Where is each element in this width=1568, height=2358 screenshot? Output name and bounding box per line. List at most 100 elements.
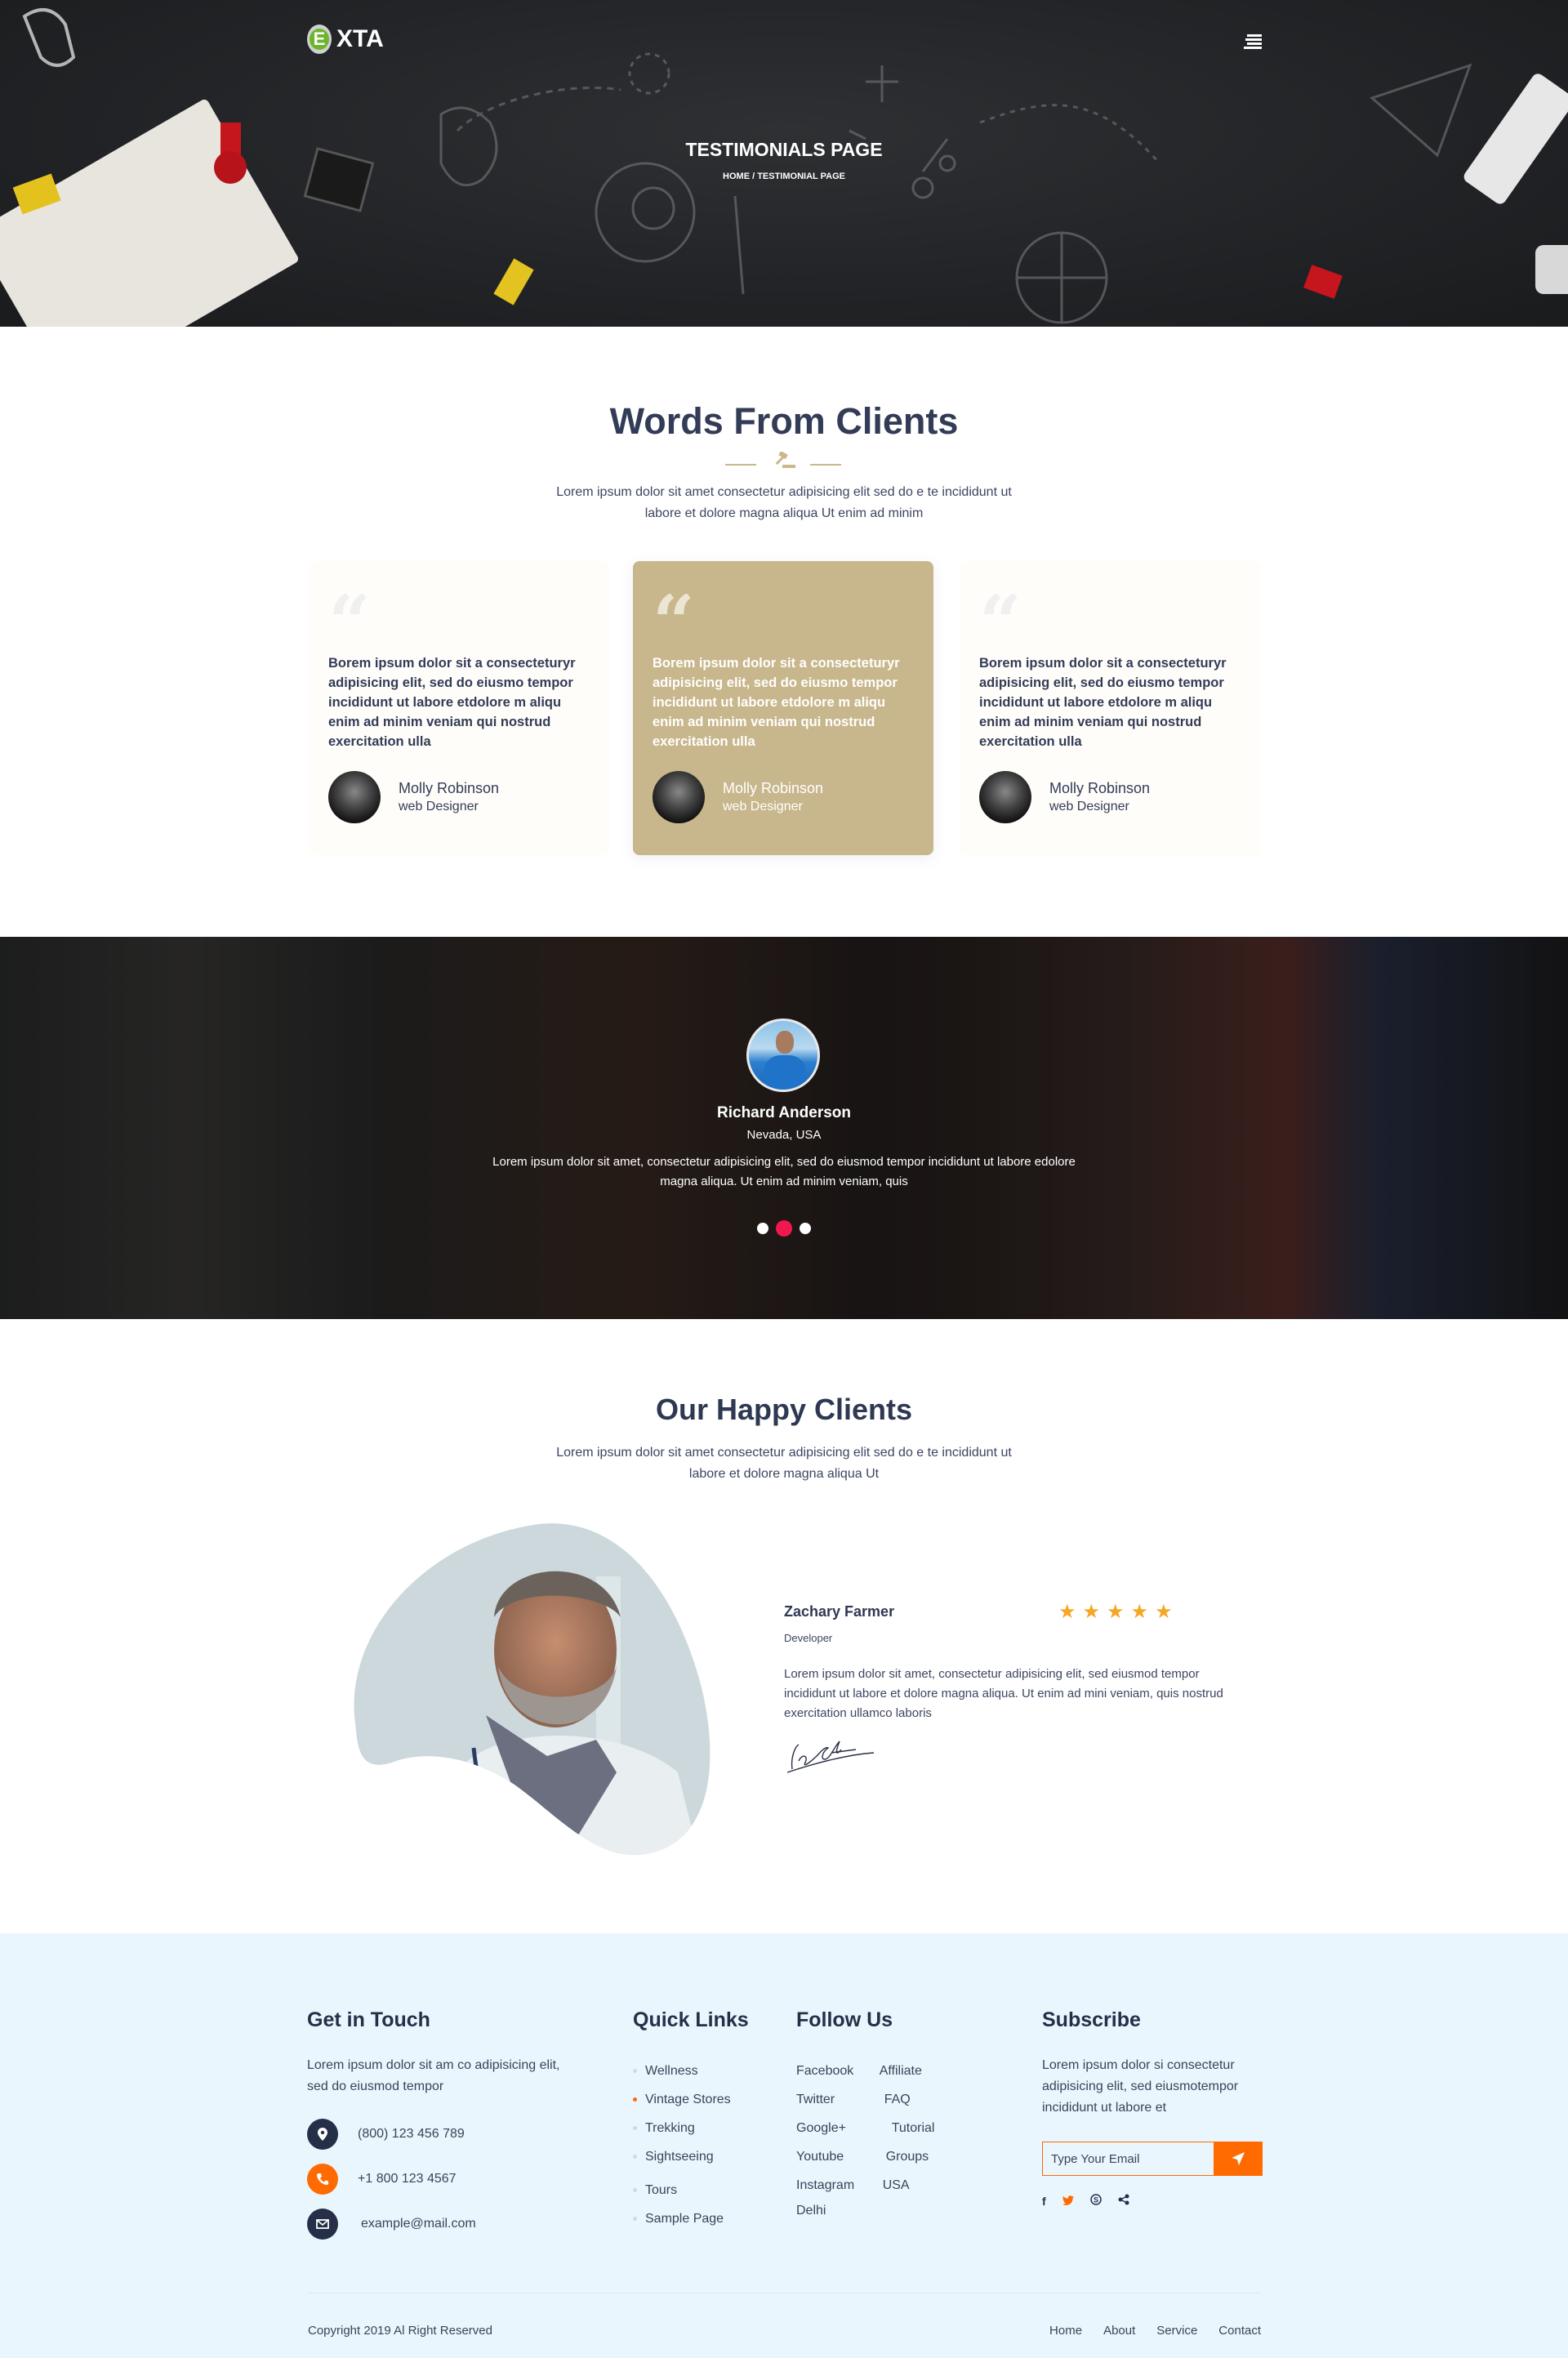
bullet-icon xyxy=(633,2188,637,2192)
star-icon: ★ xyxy=(1107,1601,1125,1623)
person-role: web Designer xyxy=(723,800,803,813)
quick-link-label: Sightseeing xyxy=(645,2149,714,2164)
contact-phone-text[interactable]: +1 800 123 4567 xyxy=(358,2172,457,2186)
person-name: Molly Robinson xyxy=(723,780,824,796)
hero-banner: E XTA TESTIMONIALS PAGE HOME / TESTIMONI… xyxy=(0,0,1568,327)
follow-link-tutorial[interactable]: Tutorial xyxy=(880,2114,960,2142)
contact-address-text: (800) 123 456 789 xyxy=(358,2127,465,2141)
testimonial-text: Borem ipsum dolor sit a consecteturyr ad… xyxy=(328,656,576,749)
person-name: Molly Robinson xyxy=(399,780,500,796)
featured-location: Nevada, USA xyxy=(746,1128,822,1142)
star-icon: ★ xyxy=(1130,1601,1149,1623)
envelope-icon xyxy=(307,2209,338,2240)
bullet-icon xyxy=(633,2217,637,2221)
location-pin-icon xyxy=(307,2119,338,2150)
follow-link-facebook[interactable]: Facebook xyxy=(796,2057,880,2085)
facebook-icon[interactable]: f xyxy=(1042,2195,1046,2208)
quick-link-label: Tours xyxy=(645,2182,678,2197)
footer-follow-us: Follow Us Facebook Affiliate Twitter FAQ… xyxy=(796,2008,960,2222)
client-name: Zachary Farmer xyxy=(784,1603,895,1620)
testimonial-text: Borem ipsum dolor sit a consecteturyr ad… xyxy=(979,656,1227,749)
quick-link-label: Wellness xyxy=(645,2063,698,2078)
quick-link-item[interactable]: Tours xyxy=(633,2176,780,2204)
follow-link-affiliate[interactable]: Affiliate xyxy=(880,2057,960,2085)
logo-badge: E xyxy=(307,25,332,54)
skype-icon[interactable]: S xyxy=(1089,2194,1102,2208)
quick-link-item[interactable]: Wellness xyxy=(633,2057,780,2085)
title-divider xyxy=(725,452,843,470)
contact-phone: +1 800 123 4567 xyxy=(307,2164,568,2195)
quick-link-item[interactable]: Vintage Stores xyxy=(633,2085,780,2114)
twitter-icon[interactable] xyxy=(1062,2195,1074,2208)
star-icon: ★ xyxy=(1082,1601,1101,1623)
slider-dot-2-active[interactable] xyxy=(776,1220,792,1237)
breadcrumb[interactable]: HOME / TESTIMONIAL PAGE xyxy=(0,172,1568,181)
footer-heading: Quick Links xyxy=(633,2008,749,2031)
featured-avatar xyxy=(746,1019,820,1092)
bullet-icon xyxy=(633,2126,637,2130)
footer-get-in-touch: Get in Touch Lorem ipsum dolor sit am co… xyxy=(307,2008,568,2240)
slider-dot-3[interactable] xyxy=(800,1223,811,1234)
hamburger-menu-icon[interactable] xyxy=(1244,34,1262,49)
bullet-icon xyxy=(633,2155,637,2159)
contact-address: (800) 123 456 789 xyxy=(307,2119,568,2150)
testimonial-card-active: “ Borem ipsum dolor sit a consecteturyr … xyxy=(633,561,933,855)
slider-dot-1[interactable] xyxy=(757,1223,768,1234)
footer-nav-about[interactable]: About xyxy=(1103,2324,1135,2338)
footer-heading: Follow Us xyxy=(796,2008,893,2031)
featured-testimonial-banner: Richard Anderson Nevada, USA Lorem ipsum… xyxy=(0,937,1568,1319)
gavel-icon xyxy=(775,452,795,468)
avatar xyxy=(328,771,381,823)
quick-link-item[interactable]: Trekking xyxy=(633,2114,780,2142)
follow-link-youtube[interactable]: Youtube xyxy=(796,2142,880,2171)
footer-nav-home[interactable]: Home xyxy=(1049,2324,1082,2338)
follow-link-faq[interactable]: FAQ xyxy=(880,2085,960,2114)
follow-link-usa[interactable]: USA xyxy=(880,2171,960,2200)
follow-link-instagram[interactable]: Instagram xyxy=(796,2171,880,2200)
testimonial-text: Borem ipsum dolor sit a consecteturyr ad… xyxy=(653,656,900,749)
quick-link-item[interactable]: Sample Page xyxy=(633,2204,780,2233)
follow-link-delhi[interactable]: Delhi xyxy=(796,2200,880,2222)
slider-dots xyxy=(0,1220,1568,1237)
footer: Get in Touch Lorem ipsum dolor sit am co… xyxy=(0,1933,1568,2358)
person-role: web Designer xyxy=(399,800,479,813)
featured-name: Richard Anderson xyxy=(717,1104,851,1121)
star-rating: ★ ★ ★ ★ ★ xyxy=(1058,1602,1173,1622)
quick-link-item[interactable]: Sightseeing xyxy=(633,2142,780,2171)
svg-text:S: S xyxy=(1094,2196,1098,2204)
logo[interactable]: E XTA xyxy=(307,25,384,54)
logo-text: XTA xyxy=(336,25,384,52)
quote-icon: “ xyxy=(979,594,1241,630)
words-section-subtitle: Lorem ipsum dolor sit amet consectetur a… xyxy=(556,485,1012,520)
avatar xyxy=(653,771,705,823)
social-icons: f S xyxy=(1042,2194,1263,2208)
follow-link-groups[interactable]: Groups xyxy=(880,2142,960,2171)
person-name: Molly Robinson xyxy=(1049,780,1151,796)
share-icon[interactable] xyxy=(1118,2194,1129,2208)
featured-text: Lorem ipsum dolor sit amet, consectetur … xyxy=(492,1155,1076,1188)
footer-nav-service[interactable]: Service xyxy=(1156,2324,1197,2338)
chalkboard-doodles xyxy=(0,8,1568,327)
phone-icon xyxy=(307,2164,338,2195)
subscribe-form xyxy=(1042,2142,1263,2176)
page-title: TESTIMONIALS PAGE xyxy=(685,139,883,160)
bullet-icon xyxy=(633,2097,637,2102)
send-arrow-icon xyxy=(1232,2152,1245,2165)
email-input[interactable] xyxy=(1042,2142,1214,2176)
contact-email-text[interactable]: example@mail.com xyxy=(361,2217,476,2231)
footer-nav-contact[interactable]: Contact xyxy=(1218,2324,1261,2338)
footer-quick-links: Quick Links Wellness Vintage Stores Trekki… xyxy=(633,2008,780,2233)
footer-nav: Home About Service Contact xyxy=(1049,2324,1261,2338)
quick-link-label: Vintage Stores xyxy=(645,2092,731,2106)
words-section-title: Words From Clients xyxy=(609,400,959,442)
bullet-icon xyxy=(633,2069,637,2073)
happy-section-title: Our Happy Clients xyxy=(655,1393,913,1426)
quote-icon: “ xyxy=(328,594,590,630)
person-role: web Designer xyxy=(1049,800,1129,813)
subscribe-button[interactable] xyxy=(1214,2142,1263,2176)
quote-icon: “ xyxy=(653,594,914,630)
happy-section-subtitle: Lorem ipsum dolor sit amet consectetur a… xyxy=(556,1446,1012,1481)
follow-link-google-plus[interactable]: Google+ xyxy=(796,2114,880,2142)
follow-link-twitter[interactable]: Twitter xyxy=(796,2085,880,2114)
quick-link-label: Trekking xyxy=(645,2120,695,2135)
